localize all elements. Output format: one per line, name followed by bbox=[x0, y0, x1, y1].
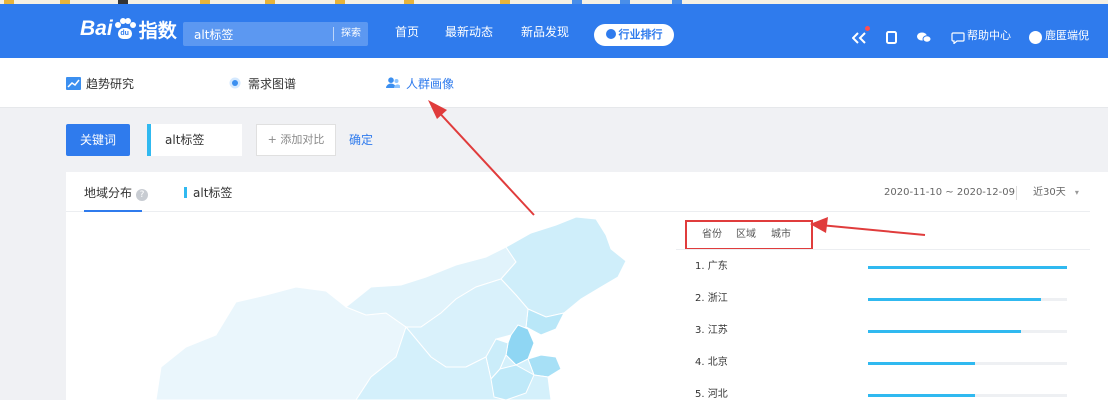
ranking-row: 1. 广东 bbox=[676, 251, 1090, 283]
add-comparison-button[interactable]: + 添加对比 bbox=[256, 124, 336, 156]
ranking-bar bbox=[868, 394, 976, 397]
paw-icon: du bbox=[114, 18, 136, 40]
date-range[interactable]: 2020-11-10 ~ 2020-12-09 bbox=[884, 172, 1015, 212]
ranking-header-divider bbox=[676, 249, 1090, 250]
keyword-bar: 关键词 alt标签 + 添加对比 确定 bbox=[0, 108, 1108, 172]
double-chevron-icon[interactable] bbox=[852, 32, 866, 44]
baidu-index-logo[interactable]: Bai du 指数 bbox=[80, 14, 177, 44]
tab-demand-graph-label: 需求图谱 bbox=[248, 76, 297, 91]
tab-area[interactable]: 区域 bbox=[736, 222, 756, 248]
keyword-tag[interactable]: alt标签 bbox=[147, 124, 242, 156]
date-divider bbox=[1016, 186, 1017, 200]
avatar[interactable] bbox=[1029, 31, 1042, 44]
ranking-bar-track bbox=[868, 362, 1067, 365]
tab-trend-research[interactable]: 趋势研究 bbox=[66, 58, 134, 108]
tab-region-distribution[interactable]: 地域分布? bbox=[84, 172, 149, 212]
logo-text-du: du bbox=[117, 28, 132, 39]
help-center-link[interactable]: 帮助中心 bbox=[967, 4, 1011, 58]
ranking-row: 3. 江苏 bbox=[676, 315, 1090, 347]
ranking-label: 3. 江苏 bbox=[695, 325, 728, 336]
ranking-bar-track bbox=[868, 298, 1067, 301]
series-label: alt标签 bbox=[193, 186, 233, 200]
wechat-icon[interactable] bbox=[917, 32, 931, 43]
period-select[interactable]: 近30天 ▾ bbox=[1033, 172, 1079, 212]
series-legend: alt标签 bbox=[184, 172, 232, 212]
period-label: 近30天 bbox=[1033, 187, 1066, 198]
question-icon[interactable]: ? bbox=[136, 189, 149, 201]
search-input[interactable] bbox=[183, 22, 333, 46]
tab-trend-research-label: 趋势研究 bbox=[86, 76, 135, 91]
tab-demand-graph[interactable]: 需求图谱 bbox=[229, 58, 296, 108]
top-nav: Bai du 指数 探索 首页 最新动态 新品发现 行业排行 帮助中心 bbox=[0, 4, 1108, 58]
region-type-tabs: 省份 区域 城市 bbox=[685, 220, 813, 250]
tab-city[interactable]: 城市 bbox=[771, 222, 791, 248]
ranking-bar bbox=[868, 266, 1067, 269]
explore-button[interactable]: 探索 bbox=[334, 22, 368, 46]
sub-nav: 趋势研究 需求图谱 人群画像 bbox=[0, 58, 1108, 108]
ranking-bar bbox=[868, 298, 1042, 301]
ranking-bar bbox=[868, 362, 976, 365]
ranking-row: 4. 北京 bbox=[676, 347, 1090, 379]
search-box: 探索 bbox=[183, 22, 368, 46]
graph-node-icon bbox=[229, 77, 241, 89]
ranking-bar-track bbox=[868, 394, 1067, 397]
panel-header: 地域分布? alt标签 2020-11-10 ~ 2020-12-09 近30天… bbox=[66, 172, 1090, 212]
region-distribution-panel: 地域分布? alt标签 2020-11-10 ~ 2020-12-09 近30天… bbox=[66, 172, 1108, 400]
chevron-down-icon: ▾ bbox=[1074, 188, 1079, 197]
series-color-bar bbox=[184, 187, 187, 198]
ranking-label: 5. 河北 bbox=[695, 389, 728, 400]
ranking-label: 1. 广东 bbox=[695, 261, 728, 272]
logo-text-bai: Bai bbox=[80, 17, 113, 40]
map-svg bbox=[156, 217, 627, 400]
tab-audience-portrait[interactable]: 人群画像 bbox=[386, 58, 454, 108]
main-nav: 首页 最新动态 新品发现 bbox=[395, 4, 597, 58]
tab-province[interactable]: 省份 bbox=[702, 222, 722, 248]
ranking-label: 2. 浙江 bbox=[695, 293, 728, 304]
confirm-button[interactable]: 确定 bbox=[349, 124, 373, 156]
nav-latest-news[interactable]: 最新动态 bbox=[445, 23, 493, 40]
bulb-icon bbox=[605, 29, 616, 39]
ranking-bar-track bbox=[868, 266, 1067, 269]
tab-region-distribution-label: 地域分布 bbox=[84, 186, 133, 200]
trend-chart-icon bbox=[66, 76, 81, 90]
tab-audience-portrait-label: 人群画像 bbox=[406, 76, 455, 91]
nav-home[interactable]: 首页 bbox=[395, 23, 419, 40]
username[interactable]: 鹿匿端倪 bbox=[1045, 4, 1089, 58]
ranking-bar bbox=[868, 330, 1022, 333]
active-tab-underline bbox=[84, 210, 142, 212]
tablet-icon[interactable] bbox=[886, 31, 897, 44]
industry-ranking-button[interactable]: 行业排行 bbox=[594, 24, 674, 46]
industry-ranking-label: 行业排行 bbox=[618, 28, 663, 41]
chat-help-icon bbox=[951, 32, 965, 44]
ranking-label: 4. 北京 bbox=[695, 357, 728, 368]
logo-text-zhishu: 指数 bbox=[138, 19, 177, 42]
nav-new-products[interactable]: 新品发现 bbox=[521, 23, 569, 40]
ranking-row: 2. 浙江 bbox=[676, 283, 1090, 315]
china-heat-map bbox=[156, 217, 666, 400]
people-icon bbox=[386, 77, 400, 88]
ranking-bar-track bbox=[868, 330, 1067, 333]
keyword-button[interactable]: 关键词 bbox=[66, 124, 130, 156]
notification-dot bbox=[865, 26, 870, 31]
ranking-row: 5. 河北 bbox=[676, 379, 1090, 400]
